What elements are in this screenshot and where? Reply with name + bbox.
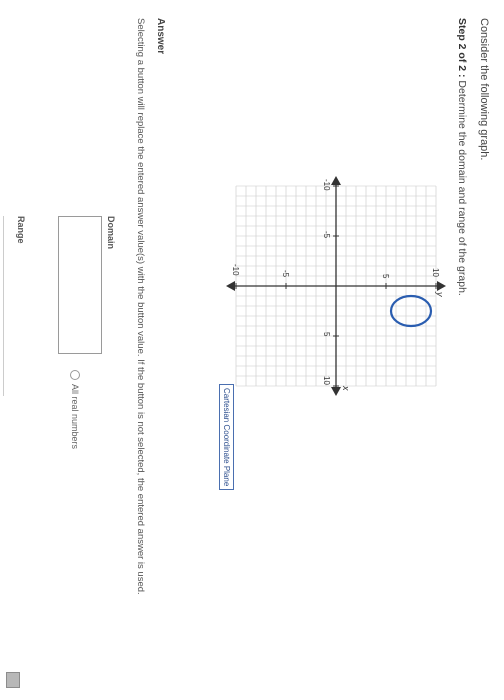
tick-label-y-neg5: -5 xyxy=(281,270,290,278)
tick-label-x-pos10: 10 xyxy=(322,376,331,385)
x-axis-label: x xyxy=(341,385,351,391)
x-arrow-right xyxy=(331,387,341,396)
radio-icon[interactable] xyxy=(70,370,80,380)
keyboard-icon[interactable] xyxy=(6,672,20,688)
step-prefix: Step 2 of 2 : xyxy=(456,18,468,78)
tick-label-y-neg10: -10 xyxy=(231,264,240,276)
x-arrow-left xyxy=(331,176,341,185)
answer-heading: Answer xyxy=(155,18,166,55)
domain-label: Domain xyxy=(106,216,116,250)
range-divider xyxy=(3,216,4,396)
axes xyxy=(226,176,446,396)
tick-label-x-pos5: 5 xyxy=(322,332,331,337)
range-label: Range xyxy=(16,216,26,244)
step-text: Determine the domain and range of the gr… xyxy=(456,77,468,296)
tick-label-x-neg5: -5 xyxy=(322,231,331,239)
y-arrow-down xyxy=(226,281,235,291)
all-real-numbers-button[interactable]: All real numbers xyxy=(70,370,80,449)
tick-label-y-pos10: 10 xyxy=(431,268,440,277)
coordinate-graph: -10 -5 5 10 10 5 -5 -10 x y xyxy=(226,176,446,396)
question-page: Consider the following graph. Step 2 of … xyxy=(0,0,504,700)
question-prompt: Consider the following graph. xyxy=(478,18,490,161)
step-instruction: Step 2 of 2 : Determine the domain and r… xyxy=(456,18,468,296)
tick-label-y-pos5: 5 xyxy=(381,274,390,279)
ellipse-curve xyxy=(389,294,433,328)
y-arrow-up xyxy=(437,281,446,291)
domain-input[interactable] xyxy=(58,216,102,354)
tick-label-x-neg10: -10 xyxy=(322,179,331,191)
y-axis-label: y xyxy=(435,291,445,297)
answer-help-text: Selecting a button will replace the ente… xyxy=(135,18,146,595)
cartesian-plane-link[interactable]: Cartesian Coordinate Plane xyxy=(219,384,234,491)
all-real-numbers-label: All real numbers xyxy=(70,384,80,450)
